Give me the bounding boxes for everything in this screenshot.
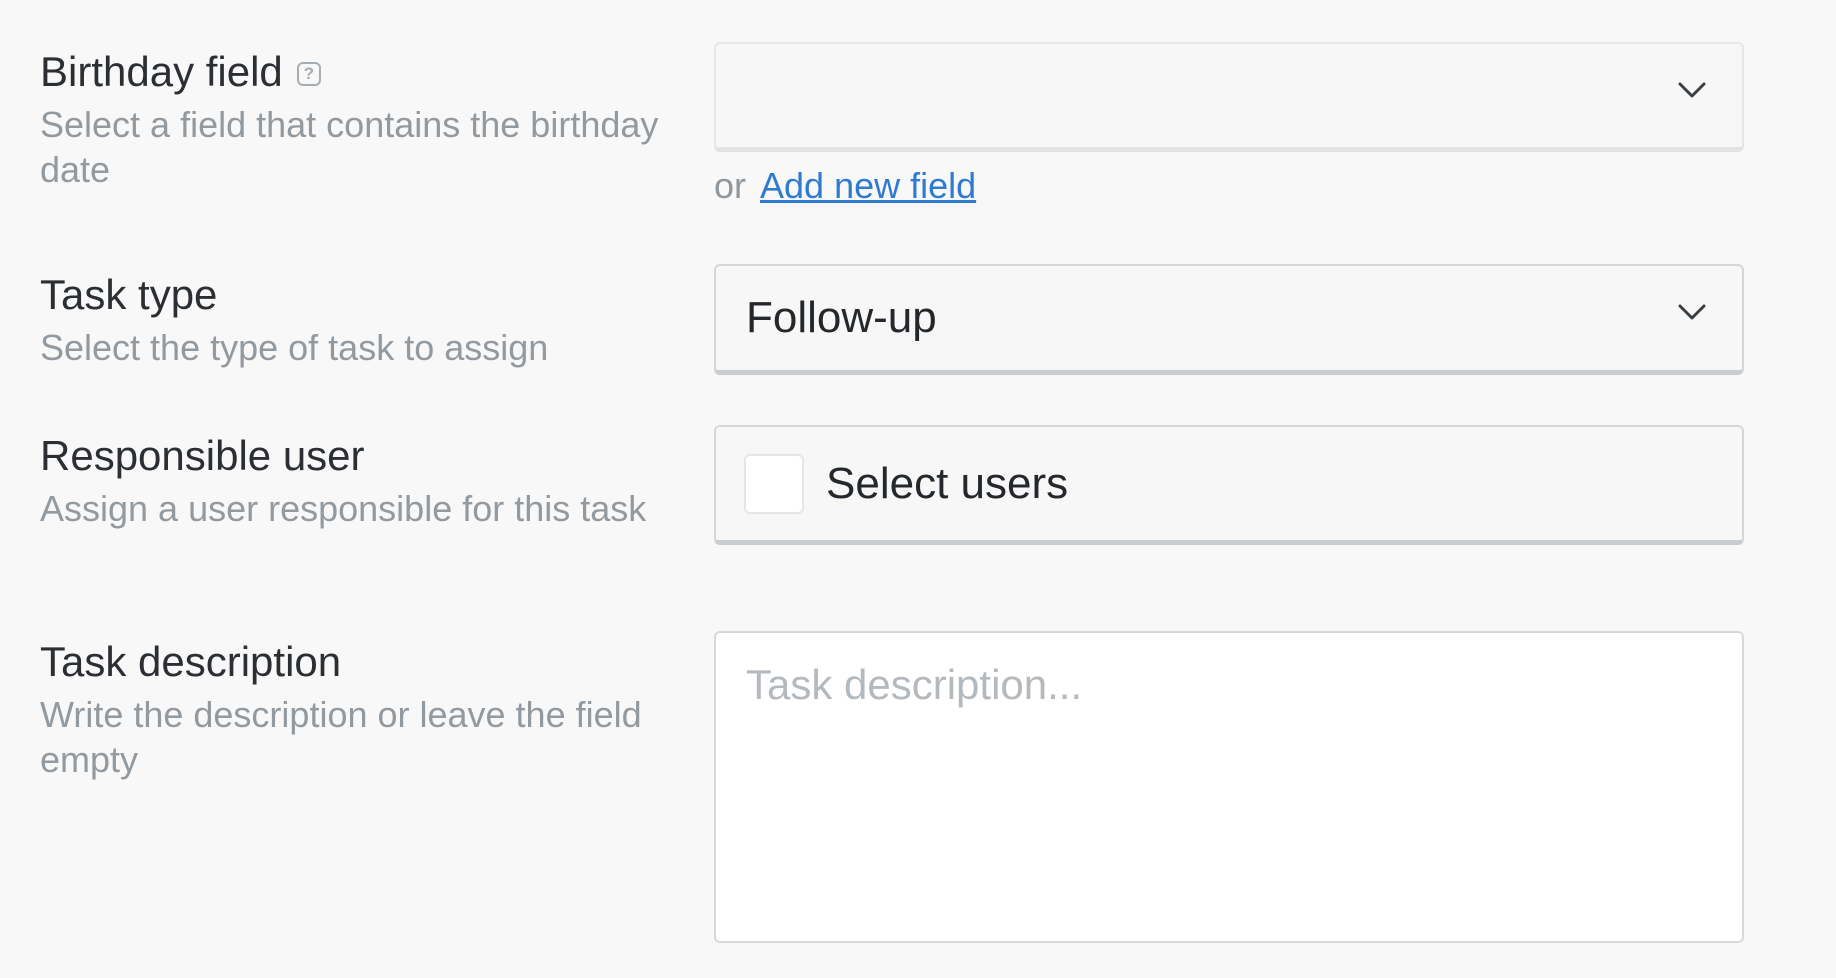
task-description-title-text: Task description — [40, 638, 342, 685]
birthday-field-description: Select a field that contains the birthda… — [40, 104, 659, 190]
responsible-user-description: Assign a user responsible for this task — [40, 488, 647, 529]
responsible-user-label-block: Responsible user Assign a user responsib… — [40, 430, 660, 531]
birthday-field-label-block: Birthday field ? Select a field that con… — [40, 46, 660, 192]
responsible-user-title: Responsible user — [40, 430, 660, 482]
task-type-description: Select the type of task to assign — [40, 327, 549, 368]
chevron-down-icon — [1676, 74, 1708, 106]
task-description-title: Task description — [40, 636, 660, 688]
task-type-selected-value: Follow-up — [746, 293, 937, 342]
task-description-textarea[interactable] — [714, 631, 1744, 943]
task-type-label-block: Task type Select the type of task to ass… — [40, 269, 660, 370]
responsible-user-title-text: Responsible user — [40, 432, 365, 479]
task-type-title-text: Task type — [40, 271, 218, 318]
task-settings-form: Birthday field ? Select a field that con… — [0, 0, 1836, 978]
select-users-checkbox[interactable] — [744, 453, 804, 514]
chevron-down-icon — [1676, 296, 1708, 328]
responsible-user-select[interactable]: Select users — [714, 425, 1744, 545]
help-icon[interactable]: ? — [296, 62, 321, 86]
birthday-field-title: Birthday field — [40, 48, 283, 95]
birthday-field-title-row: Birthday field ? — [40, 46, 660, 98]
add-new-field-link[interactable]: Add new field — [760, 165, 976, 206]
task-type-title: Task type — [40, 269, 660, 321]
task-description-label-block: Task description Write the description o… — [40, 636, 660, 782]
task-type-select[interactable]: Follow-up — [714, 264, 1744, 375]
task-description-help: Write the description or leave the field… — [40, 694, 642, 780]
or-text: or — [714, 165, 747, 206]
birthday-field-select[interactable] — [714, 42, 1744, 152]
add-field-line: or Add new field — [714, 162, 976, 210]
select-users-label: Select users — [826, 458, 1069, 508]
